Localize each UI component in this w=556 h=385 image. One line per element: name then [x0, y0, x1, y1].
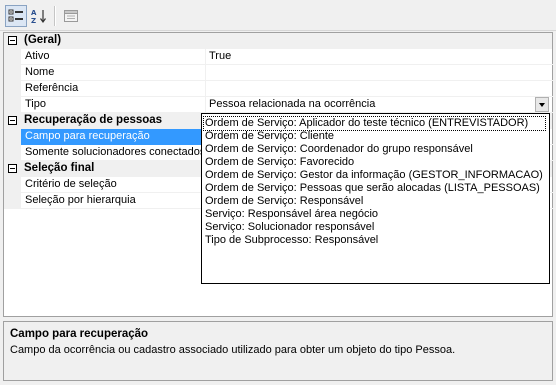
property-row-ativo[interactable]: Ativo True: [4, 49, 556, 65]
row-gutter: [4, 49, 21, 65]
row-gutter: [4, 81, 21, 97]
dropdown-option[interactable]: Ordem de Serviço: Responsável: [204, 195, 545, 208]
property-row-nome[interactable]: Nome: [4, 65, 556, 81]
property-pages-icon: [64, 10, 78, 22]
property-value[interactable]: [205, 81, 556, 97]
property-value[interactable]: True: [205, 49, 556, 65]
category-geral[interactable]: (Geral): [4, 33, 552, 49]
dropdown-option[interactable]: Serviço: Responsável área negócio: [204, 208, 545, 221]
category-title: Recuperação de pessoas: [24, 114, 163, 126]
row-gutter: [4, 177, 21, 193]
dropdown-option[interactable]: Serviço: Solucionador responsável: [204, 221, 545, 234]
collapse-icon[interactable]: [8, 164, 17, 173]
help-title: Campo para recuperação: [10, 328, 149, 340]
toolbar-separator: [54, 6, 56, 26]
sort-az-icon: A Z: [31, 9, 46, 24]
category-title: Seleção final: [24, 162, 95, 174]
dropdown-option[interactable]: Ordem de Serviço: Pessoas que serão aloc…: [204, 182, 545, 195]
dropdown-arrow-button[interactable]: [535, 97, 549, 112]
alphabetical-view-button[interactable]: A Z: [29, 5, 51, 27]
dropdown-option[interactable]: Tipo de Subprocesso: Responsável: [204, 234, 545, 247]
row-gutter: [4, 145, 21, 161]
property-name: Somente solucionadores conectados: [21, 145, 205, 161]
svg-text:A: A: [31, 9, 37, 17]
property-row-referencia[interactable]: Referência: [4, 81, 556, 97]
property-name: Seleção por hierarquia: [21, 193, 205, 209]
dropdown-option[interactable]: Ordem de Serviço: Gestor da informação (…: [204, 169, 545, 182]
property-row-tipo[interactable]: Tipo Pessoa relacionada na ocorrência: [4, 97, 556, 113]
help-pane: Campo para recuperação Campo da ocorrênc…: [3, 321, 553, 381]
dropdown-option[interactable]: Ordem de Serviço: Aplicador do teste téc…: [203, 116, 546, 131]
property-name: Nome: [21, 65, 205, 81]
property-name: Ativo: [21, 49, 205, 65]
property-name: Tipo: [21, 97, 205, 113]
dropdown-option[interactable]: Ordem de Serviço: Favorecido: [204, 156, 545, 169]
toolbar: A Z: [0, 0, 556, 31]
dropdown-option[interactable]: Ordem de Serviço: Cliente: [204, 130, 545, 143]
help-description: Campo da ocorrência ou cadastro associad…: [10, 344, 456, 356]
row-gutter: [4, 97, 21, 113]
categorized-view-button[interactable]: [5, 5, 27, 27]
property-pages-button[interactable]: [60, 5, 82, 27]
row-gutter: [4, 193, 21, 209]
property-name: Critério de seleção: [21, 177, 205, 193]
svg-text:Z: Z: [31, 17, 36, 24]
property-name: Campo para recuperação: [21, 129, 205, 145]
collapse-icon[interactable]: [8, 116, 17, 125]
collapse-icon[interactable]: [8, 36, 17, 45]
property-value[interactable]: Pessoa relacionada na ocorrência: [205, 97, 556, 113]
row-gutter: [4, 129, 21, 145]
category-title: (Geral): [24, 34, 62, 46]
dropdown-option[interactable]: Ordem de Serviço: Coordenador do grupo r…: [204, 143, 545, 156]
field-dropdown-list[interactable]: Ordem de Serviço: Aplicador do teste téc…: [201, 113, 550, 284]
row-gutter: [4, 65, 21, 81]
property-name: Referência: [21, 81, 205, 97]
categorized-icon: [8, 9, 23, 22]
property-value[interactable]: [205, 65, 556, 81]
